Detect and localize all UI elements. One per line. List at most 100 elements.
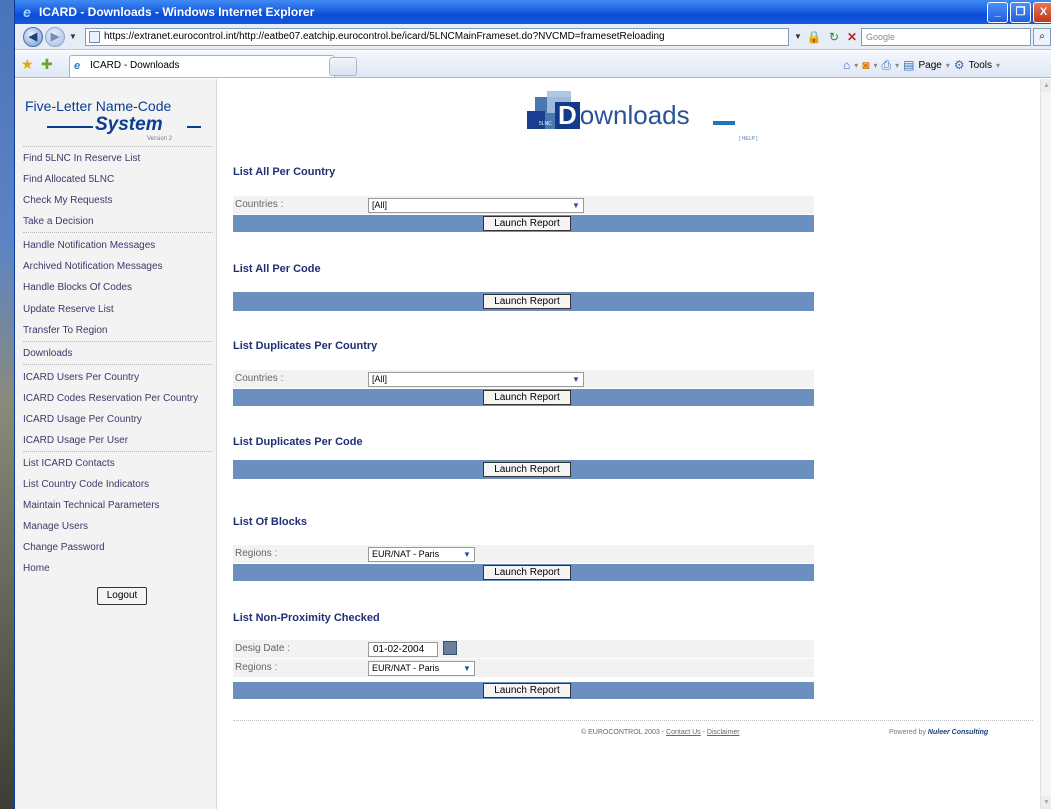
feeds-dropdown-icon[interactable]: ▾: [874, 61, 878, 70]
window-title: ICARD - Downloads - Windows Internet Exp…: [39, 5, 315, 19]
tab-label: ICARD - Downloads: [90, 60, 180, 71]
favorites-star-icon[interactable]: ★: [21, 56, 34, 73]
logout-button[interactable]: Logout: [97, 587, 147, 605]
chevron-down-icon: ▼: [572, 375, 580, 384]
nav-handle-blocks-of-codes[interactable]: Handle Blocks Of Codes: [23, 281, 132, 295]
regions-select[interactable]: EUR/NAT - Paris ▼: [368, 661, 475, 676]
address-toolbar: ◀ ▶ ▼ https://extranet.eurocontrol.int/h…: [15, 24, 1051, 50]
launch-report-button[interactable]: Launch Report: [483, 216, 571, 231]
address-input[interactable]: https://extranet.eurocontrol.int/http://…: [85, 28, 789, 46]
address-url: https://extranet.eurocontrol.int/http://…: [104, 31, 665, 42]
section-title: List All Per Code: [233, 263, 321, 275]
stop-icon[interactable]: ✕: [843, 28, 861, 46]
page-menu-icon[interactable]: ▤: [903, 58, 914, 72]
section-title: List Duplicates Per Code: [233, 436, 363, 448]
new-tab-button[interactable]: [329, 57, 357, 76]
lock-icon[interactable]: 🔒: [805, 28, 823, 46]
nav-change-password[interactable]: Change Password: [23, 541, 105, 555]
launch-report-button[interactable]: Launch Report: [483, 462, 571, 477]
button-bar: Launch Report: [233, 215, 814, 232]
footer-divider: [233, 720, 1033, 721]
page-dropdown-icon[interactable]: ▾: [946, 61, 950, 70]
chevron-down-icon: ▼: [463, 550, 471, 559]
nav-take-decision[interactable]: Take a Decision: [23, 215, 94, 229]
desig-date-input[interactable]: 01-02-2004: [368, 642, 438, 657]
nav-maintain-technical-parameters[interactable]: Maintain Technical Parameters: [23, 499, 160, 513]
home-dropdown-icon[interactable]: ▾: [854, 61, 858, 70]
regions-label: Regions :: [235, 662, 278, 673]
copyright-text: © EUROCONTROL 2003 -: [581, 729, 667, 736]
nav-list-icard-contacts[interactable]: List ICARD Contacts: [23, 457, 115, 471]
regions-select[interactable]: EUR/NAT - Paris ▼: [368, 547, 475, 562]
regions-label: Regions :: [235, 548, 278, 559]
section-title: List Of Blocks: [233, 516, 307, 528]
home-icon[interactable]: ⌂: [843, 58, 850, 72]
tools-dropdown-icon[interactable]: ▾: [996, 61, 1000, 70]
scroll-up-icon[interactable]: ▲: [1041, 79, 1051, 92]
help-link[interactable]: [ HELP ]: [739, 136, 758, 142]
page-title: Downloads: [555, 100, 690, 131]
nav-update-reserve-list[interactable]: Update Reserve List: [23, 303, 114, 317]
title-bar: e ICARD - Downloads - Windows Internet E…: [15, 0, 1051, 24]
tools-gear-icon[interactable]: ⚙: [954, 58, 965, 72]
chevron-down-icon: ▼: [463, 664, 471, 673]
button-bar: Launch Report: [233, 460, 814, 479]
minimize-button[interactable]: _: [987, 2, 1008, 23]
launch-report-button[interactable]: Launch Report: [483, 390, 571, 405]
page-menu[interactable]: Page: [919, 60, 942, 71]
back-button[interactable]: ◀: [23, 27, 43, 47]
contact-us-link[interactable]: Contact Us: [666, 729, 701, 736]
nav-icard-usage-per-user[interactable]: ICARD Usage Per User: [23, 434, 128, 448]
nav-check-my-requests[interactable]: Check My Requests: [23, 194, 112, 208]
countries-select[interactable]: [All] ▼: [368, 372, 584, 387]
launch-report-button[interactable]: Launch Report: [483, 683, 571, 698]
tools-menu[interactable]: Tools: [969, 60, 992, 71]
nav-archived-notification-messages[interactable]: Archived Notification Messages: [23, 260, 163, 274]
countries-label: Countries :: [235, 373, 284, 384]
header-dash: [713, 121, 735, 125]
print-icon[interactable]: ⎙: [882, 58, 892, 73]
launch-report-button[interactable]: Launch Report: [483, 565, 571, 580]
system-logo: Five-Letter Name-Code System Version 2: [25, 98, 205, 150]
nav-manage-users[interactable]: Manage Users: [23, 520, 88, 534]
nav-transfer-to-region[interactable]: Transfer To Region: [23, 324, 108, 338]
main-panel: 5LNC Downloads [ HELP ] List All Per Cou…: [233, 79, 1033, 809]
feeds-icon[interactable]: ◙: [862, 58, 869, 72]
launch-report-button[interactable]: Launch Report: [483, 294, 571, 309]
nav-icard-codes-reservation[interactable]: ICARD Codes Reservation Per Country: [23, 392, 198, 406]
forward-button[interactable]: ▶: [45, 27, 65, 47]
calendar-icon[interactable]: [443, 641, 457, 655]
search-input[interactable]: Google: [861, 28, 1031, 46]
nav-icard-usage-per-country[interactable]: ICARD Usage Per Country: [23, 413, 142, 427]
nav-icard-users-per-country[interactable]: ICARD Users Per Country: [23, 371, 139, 385]
nav-find-5lnc-reserve[interactable]: Find 5LNC In Reserve List: [23, 152, 140, 166]
footer-copyright: © EUROCONTROL 2003 - Contact Us - Discla…: [581, 729, 740, 736]
logo-line1: Five-Letter Name-Code: [25, 98, 172, 114]
desig-date-label: Desig Date :: [235, 643, 291, 654]
nav-home[interactable]: Home: [23, 562, 50, 576]
refresh-icon[interactable]: ↻: [825, 28, 843, 46]
address-dropdown-icon[interactable]: ▼: [791, 28, 805, 46]
scroll-down-icon[interactable]: ▼: [1041, 796, 1051, 809]
page-title-initial: D: [555, 102, 580, 129]
nav-downloads[interactable]: Downloads: [23, 347, 72, 361]
nav-find-allocated-5lnc[interactable]: Find Allocated 5LNC: [23, 173, 114, 187]
nav-list-country-code-indicators[interactable]: List Country Code Indicators: [23, 478, 149, 492]
add-favorites-icon[interactable]: ✚: [41, 56, 53, 73]
close-button[interactable]: X: [1033, 2, 1051, 23]
tab-icard-downloads[interactable]: e ICARD - Downloads: [69, 55, 335, 77]
powered-by: Powered by Nuleer Consulting: [889, 729, 988, 736]
print-dropdown-icon[interactable]: ▾: [895, 61, 899, 70]
section-title: List Non-Proximity Checked: [233, 612, 380, 624]
countries-select[interactable]: [All] ▼: [368, 198, 584, 213]
ie-page-icon: e: [74, 60, 81, 72]
disclaimer-link[interactable]: Disclaimer: [707, 729, 740, 736]
nav-handle-notification-messages[interactable]: Handle Notification Messages: [23, 239, 155, 253]
sidebar: Five-Letter Name-Code System Version 2 F…: [15, 79, 217, 809]
history-dropdown-icon[interactable]: ▼: [69, 32, 77, 41]
search-icon[interactable]: ⌕: [1033, 28, 1051, 46]
page-content: Five-Letter Name-Code System Version 2 F…: [15, 79, 1051, 809]
vertical-scrollbar[interactable]: ▲ ▼: [1040, 79, 1051, 809]
divider: [23, 232, 213, 233]
maximize-button[interactable]: ❐: [1010, 2, 1031, 23]
